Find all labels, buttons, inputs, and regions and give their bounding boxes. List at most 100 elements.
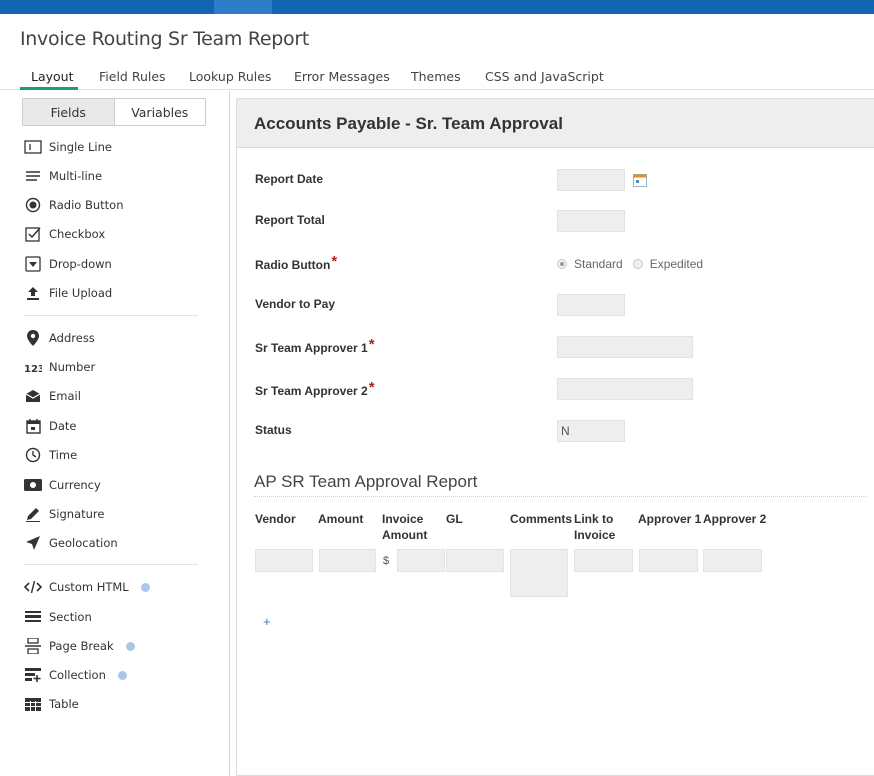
field-label-status[interactable]: Status	[255, 423, 292, 437]
help-icon[interactable]	[125, 641, 135, 651]
radio-expedited[interactable]	[632, 259, 643, 269]
palette-item-section[interactable]: Section	[24, 607, 92, 627]
field-label-report-date[interactable]: Report Date	[255, 172, 323, 186]
radio-standard[interactable]	[557, 259, 567, 269]
palette-item-checkbox[interactable]: Checkbox	[24, 224, 105, 244]
section-icon	[24, 608, 42, 626]
approver-1-cell-input[interactable]	[639, 549, 698, 572]
palette-item-label: Table	[49, 697, 79, 711]
tab-error-messages[interactable]: Error Messages	[294, 69, 390, 84]
palette-item-label: Checkbox	[49, 227, 106, 241]
link-to-invoice-cell-input[interactable]	[574, 549, 633, 572]
palette-item-time[interactable]: Time	[24, 445, 77, 465]
palette-item-drop-down[interactable]: Drop-down	[24, 254, 112, 274]
amount-cell-input[interactable]	[319, 549, 376, 572]
add-row-button[interactable]: +	[263, 614, 271, 629]
location-arrow-icon	[24, 534, 42, 552]
palette-item-label: File Upload	[49, 286, 113, 300]
sr-team-approver-2-input[interactable]	[557, 378, 693, 400]
palette-item-label: Section	[49, 610, 92, 624]
column-header-invoice-amount[interactable]: Invoice Amount	[382, 511, 438, 543]
field-label-sr-team-approver-1[interactable]: Sr Team Approver 1*	[255, 336, 375, 356]
column-header-gl[interactable]: GL	[446, 511, 463, 527]
svg-text:123: 123	[24, 364, 42, 373]
sr-team-approver-1-input[interactable]	[557, 336, 693, 358]
column-header-vendor[interactable]: Vendor	[255, 511, 296, 527]
field-label-text: Status	[255, 423, 292, 437]
clock-icon	[24, 446, 42, 464]
palette-item-date[interactable]: Date	[24, 416, 77, 436]
required-marker: *	[368, 379, 375, 396]
table-section-title[interactable]: AP SR Team Approval Report	[254, 472, 477, 492]
field-label-sr-team-approver-2[interactable]: Sr Team Approver 2*	[255, 379, 375, 399]
envelope-icon	[24, 387, 42, 405]
vendor-cell-input[interactable]	[255, 549, 313, 572]
palette-item-custom-html[interactable]: Custom HTML	[24, 577, 150, 597]
palette-item-address[interactable]: Address	[24, 328, 95, 348]
approver-2-cell-input[interactable]	[703, 549, 762, 572]
variables-toggle-button[interactable]: Variables	[113, 99, 205, 125]
field-label-radio-button[interactable]: Radio Button*	[255, 253, 338, 273]
vendor-to-pay-input[interactable]	[557, 294, 625, 316]
palette-item-file-upload[interactable]: File Upload	[24, 283, 112, 303]
field-label-text: Vendor to Pay	[255, 297, 336, 311]
palette-item-number[interactable]: 123 Number	[24, 357, 95, 377]
number-icon: 123	[24, 358, 42, 376]
column-header-amount[interactable]: Amount	[318, 511, 363, 527]
column-header-comments[interactable]: Comments	[510, 511, 572, 527]
field-label-text: Sr Team Approver 2	[255, 384, 368, 398]
dropdown-icon	[24, 255, 42, 273]
tab-field-rules[interactable]: Field Rules	[99, 69, 166, 84]
radio-button-icon	[24, 196, 42, 214]
tab-themes[interactable]: Themes	[411, 69, 461, 84]
collection-icon	[24, 666, 42, 684]
palette-item-label: Geolocation	[49, 536, 118, 550]
field-label-text: Sr Team Approver 1	[255, 341, 368, 355]
palette-item-email[interactable]: Email	[24, 386, 81, 406]
palette-item-label: Radio Button	[49, 198, 124, 212]
tab-layout[interactable]: Layout	[31, 69, 74, 84]
invoice-amount-cell-input[interactable]	[397, 549, 445, 572]
palette-item-label: Address	[49, 331, 95, 345]
help-icon[interactable]	[117, 670, 127, 680]
fields-toggle-button[interactable]: Fields	[23, 99, 114, 125]
single-line-icon	[24, 138, 42, 156]
report-total-input[interactable]	[557, 210, 625, 232]
report-date-input[interactable]	[557, 169, 625, 191]
palette-item-currency[interactable]: Currency	[24, 475, 101, 495]
palette-item-multi-line[interactable]: Multi-line	[24, 166, 102, 186]
form-header[interactable]: Accounts Payable - Sr. Team Approval	[237, 99, 874, 148]
date-picker-icon[interactable]	[633, 174, 647, 187]
palette-divider	[24, 564, 198, 565]
field-label-vendor-to-pay[interactable]: Vendor to Pay	[255, 297, 335, 311]
tab-css-and-javascript[interactable]: CSS and JavaScript	[485, 69, 604, 84]
tab-lookup-rules[interactable]: Lookup Rules	[189, 69, 271, 84]
status-input[interactable]: N	[557, 420, 625, 442]
required-marker: *	[331, 253, 338, 270]
top-nav-active-item[interactable]	[214, 0, 272, 14]
table-icon	[24, 695, 42, 713]
palette-item-collection[interactable]: Collection	[24, 665, 127, 685]
field-palette: Fields Variables Single Line Multi-line …	[0, 91, 230, 776]
column-header-approver-1[interactable]: Approver 1	[638, 511, 701, 527]
palette-item-geolocation[interactable]: Geolocation	[24, 533, 118, 553]
palette-item-single-line[interactable]: Single Line	[24, 137, 112, 157]
radio-standard-label[interactable]: Standard	[574, 257, 623, 271]
palette-item-label: Page Break	[49, 639, 114, 653]
column-header-approver-2[interactable]: Approver 2	[703, 511, 766, 527]
palette-item-label: Drop-down	[49, 257, 112, 271]
column-header-link-to-invoice[interactable]: Link to Invoice	[574, 511, 630, 543]
comments-cell-input[interactable]	[510, 549, 568, 597]
radio-expedited-label[interactable]: Expedited	[650, 257, 703, 271]
palette-item-signature[interactable]: Signature	[24, 504, 104, 524]
page-break-icon	[24, 637, 42, 655]
palette-item-radio-button[interactable]: Radio Button	[24, 195, 124, 215]
palette-item-label: Single Line	[49, 140, 112, 154]
pen-icon	[24, 505, 42, 523]
currency-symbol: $	[383, 555, 390, 567]
palette-item-table[interactable]: Table	[24, 694, 79, 714]
palette-item-page-break[interactable]: Page Break	[24, 636, 135, 656]
field-label-report-total[interactable]: Report Total	[255, 213, 325, 227]
help-icon[interactable]	[140, 582, 150, 592]
gl-cell-input[interactable]	[446, 549, 504, 572]
